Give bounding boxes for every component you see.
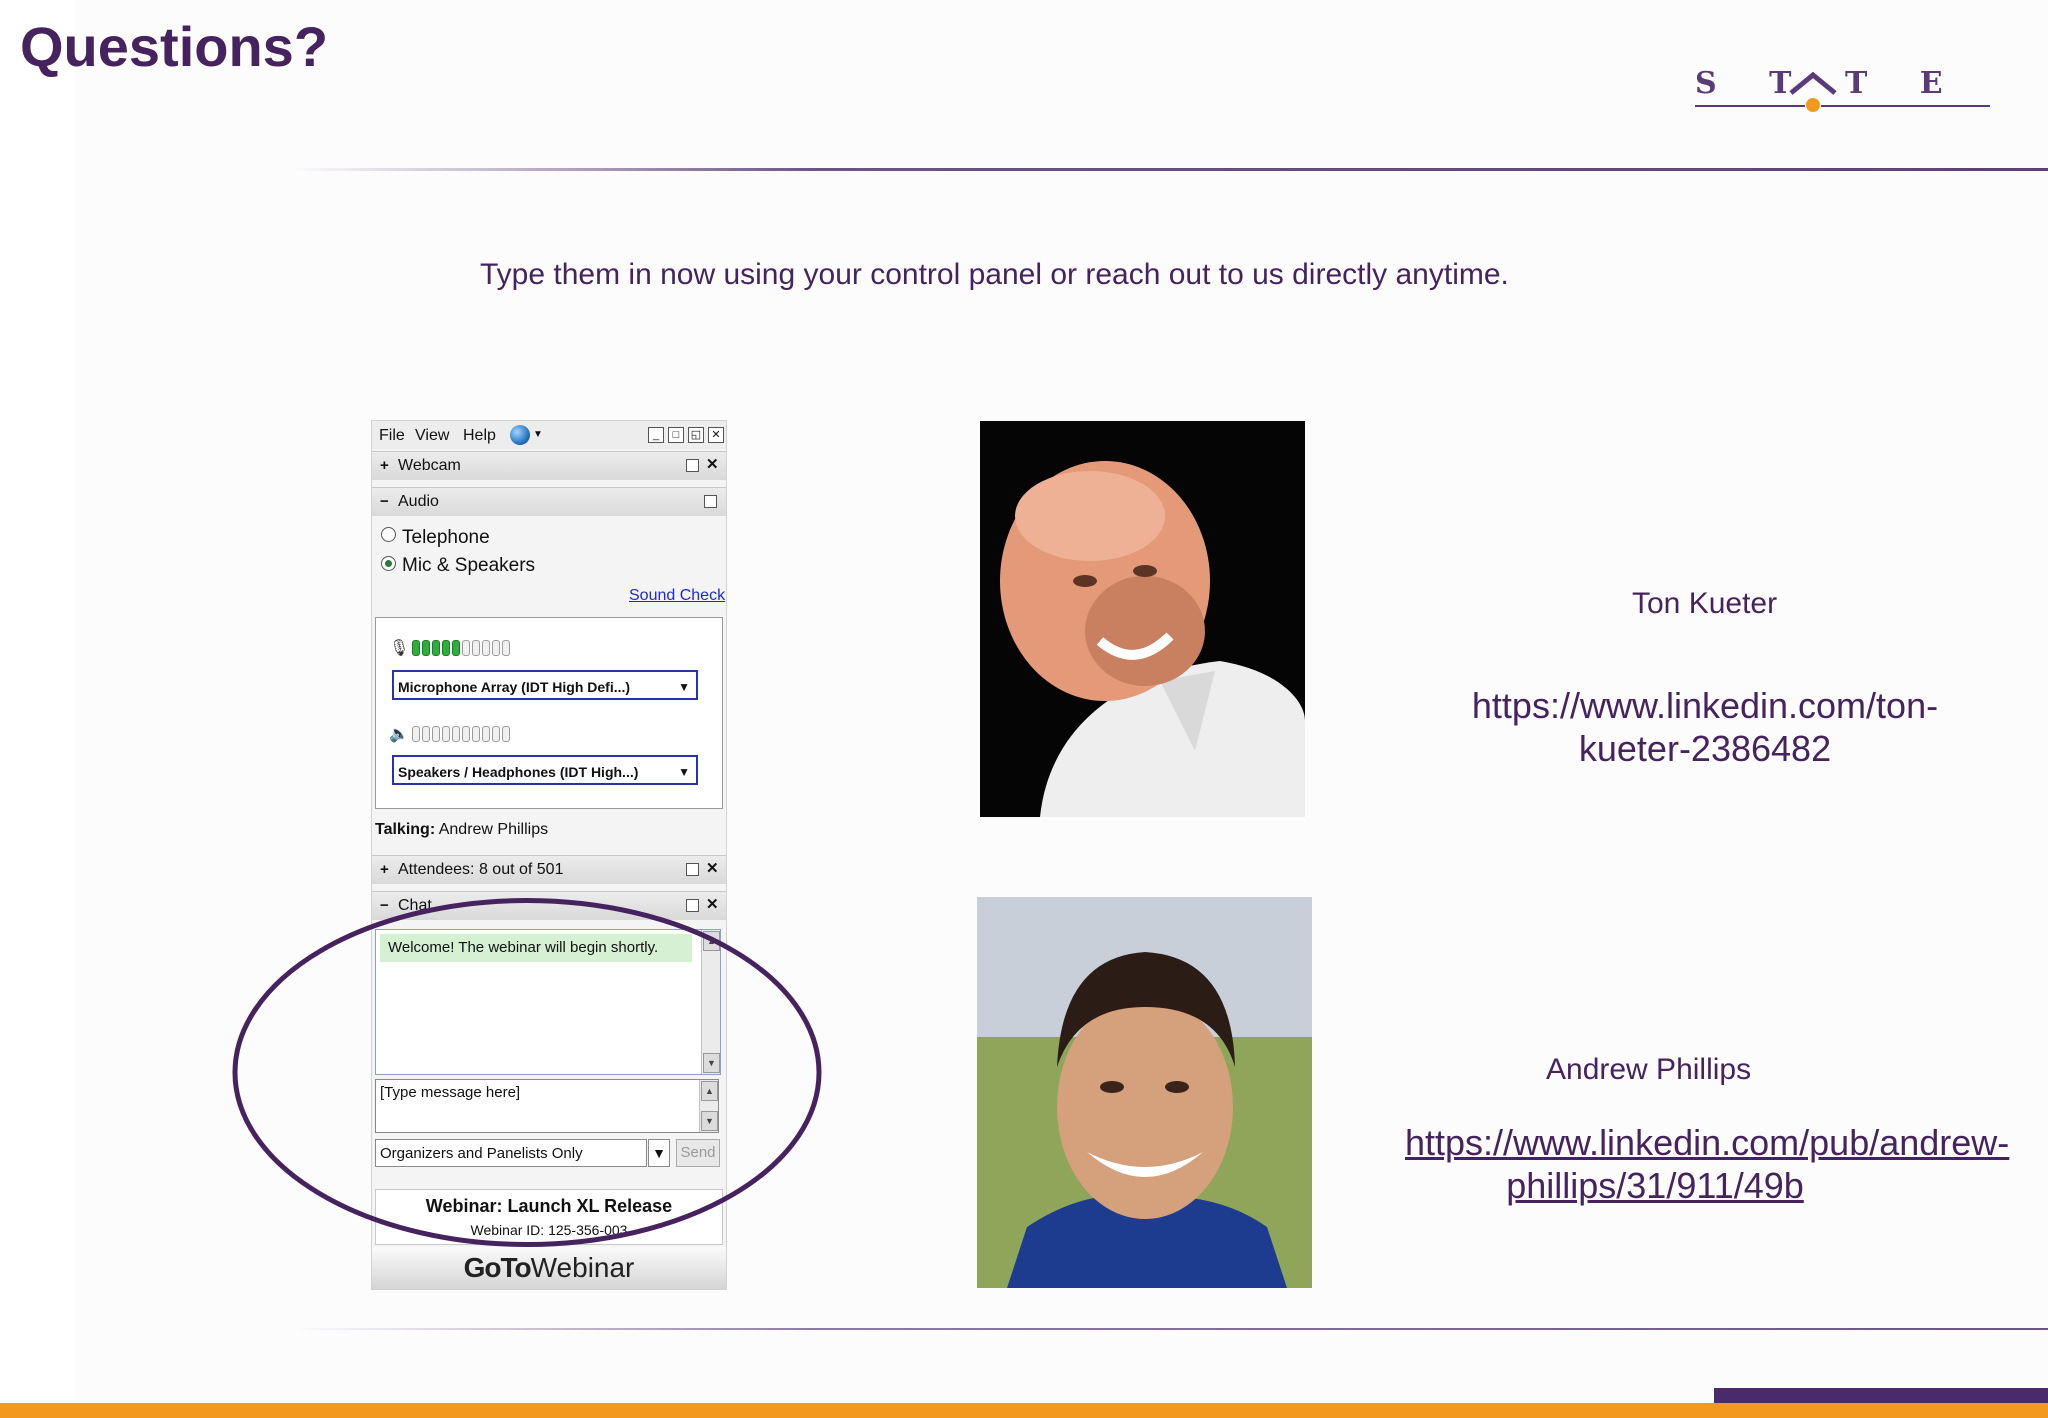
meter-segment (492, 726, 500, 742)
microphone-icon: 🎙 (389, 640, 410, 657)
sound-check-link[interactable]: Sound Check (629, 587, 725, 605)
speaker-device-select[interactable]: Speakers / Headphones (IDT High...) ▼ (392, 755, 698, 785)
chevron-down-icon[interactable]: ▼ (678, 757, 690, 787)
footer-orange-bar (0, 1403, 2048, 1418)
close-icon[interactable]: ✕ (706, 859, 719, 877)
stater-logo: S T T E R (1695, 66, 1995, 112)
close-icon[interactable]: ✕ (708, 427, 724, 443)
meter-segment (462, 640, 470, 656)
telephone-label[interactable]: Telephone (402, 527, 490, 549)
minimize-icon[interactable]: _ (648, 427, 664, 443)
attendees-section-header[interactable]: + Attendees: 8 out of 501 ✕ (372, 855, 726, 884)
meter-segment (492, 640, 500, 656)
menu-file[interactable]: File (379, 427, 405, 445)
attendees-section-label: Attendees: 8 out of 501 (398, 861, 564, 878)
globe-icon[interactable] (510, 425, 530, 445)
contact-name-ton-kueter: Ton Kueter (1632, 587, 1778, 620)
audio-devices-box: 🎙 Microphone Array (IDT High Defi...) ▼ … (375, 617, 723, 809)
popout-icon[interactable] (686, 459, 699, 472)
speaker-level-meter (412, 726, 510, 742)
talking-name: Andrew Phillips (438, 821, 549, 838)
top-divider (290, 168, 2048, 171)
speaker-icon: 🔈 (389, 726, 409, 743)
meter-segment (442, 726, 450, 742)
collapse-icon[interactable]: − (380, 493, 389, 510)
microphone-device-value: Microphone Array (IDT High Defi...) (398, 679, 631, 695)
svg-text:T E R: T E R (1845, 66, 1995, 101)
mic-speakers-radio[interactable] (381, 556, 396, 571)
slide-subtitle: Type them in now using your control pane… (480, 258, 1509, 291)
speaker-device-value: Speakers / Headphones (IDT High...) (398, 764, 639, 780)
chevron-down-icon[interactable]: ▼ (678, 672, 690, 702)
meter-segment (452, 640, 460, 656)
brand-goto: GoTo (463, 1252, 532, 1283)
menu-view[interactable]: View (415, 427, 449, 445)
svg-text:S T: S T (1695, 66, 1812, 101)
webcam-section-header[interactable]: + Webcam ✕ (372, 451, 726, 480)
talking-label: Talking: (375, 821, 436, 838)
popout-icon[interactable] (704, 495, 717, 508)
meter-segment (422, 640, 430, 656)
chevron-down-icon[interactable]: ▼ (533, 429, 543, 440)
meter-segment (422, 726, 430, 742)
contact-name-andrew-phillips: Andrew Phillips (1546, 1053, 1752, 1086)
popout-icon[interactable] (686, 863, 699, 876)
maximize-icon[interactable]: □ (668, 427, 684, 443)
meter-segment (432, 726, 440, 742)
popout-icon[interactable]: ◱ (688, 427, 704, 443)
microphone-device-select[interactable]: Microphone Array (IDT High Defi...) ▼ (392, 670, 698, 700)
meter-segment (452, 726, 460, 742)
microphone-level-meter (412, 640, 510, 656)
expand-icon[interactable]: + (380, 457, 389, 474)
audio-section-label: Audio (398, 493, 439, 510)
panel-menubar: File View Help ▼ _ □ ◱ ✕ (372, 421, 726, 449)
expand-icon[interactable]: + (380, 861, 389, 878)
audio-section-header[interactable]: − Audio (372, 487, 726, 516)
meter-segment (472, 640, 480, 656)
meter-segment (472, 726, 480, 742)
contact-link-ton-kueter[interactable]: https://www.linkedin.com/ton-kueter-2386… (1460, 684, 1950, 770)
meter-segment (442, 640, 450, 656)
mic-speakers-label[interactable]: Mic & Speakers (402, 555, 535, 577)
close-icon[interactable]: ✕ (706, 455, 719, 473)
slide-title: Questions? (20, 15, 329, 78)
meter-segment (412, 726, 420, 742)
meter-segment (482, 640, 490, 656)
menu-help[interactable]: Help (463, 427, 496, 445)
webcam-section-label: Webcam (398, 457, 461, 474)
meter-segment (502, 726, 510, 742)
andrew-phillips-photo (977, 897, 1312, 1288)
meter-segment (412, 640, 420, 656)
contact-link-andrew-phillips[interactable]: https://www.linkedin.com/pub/andrew-phil… (1405, 1121, 2009, 1207)
brand-webinar: Webinar (530, 1252, 635, 1283)
telephone-radio[interactable] (381, 527, 396, 542)
talking-indicator: Talking: Andrew Phillips (375, 821, 548, 839)
meter-segment (432, 640, 440, 656)
gotowebinar-logo: GoToWebinar (372, 1247, 726, 1289)
meter-segment (462, 726, 470, 742)
ton-kueter-photo (980, 421, 1305, 817)
meter-segment (482, 726, 490, 742)
meter-segment (502, 640, 510, 656)
footer-purple-bar (1714, 1388, 2048, 1403)
bottom-divider (290, 1328, 2048, 1330)
chat-highlight-ellipse (232, 898, 822, 1247)
